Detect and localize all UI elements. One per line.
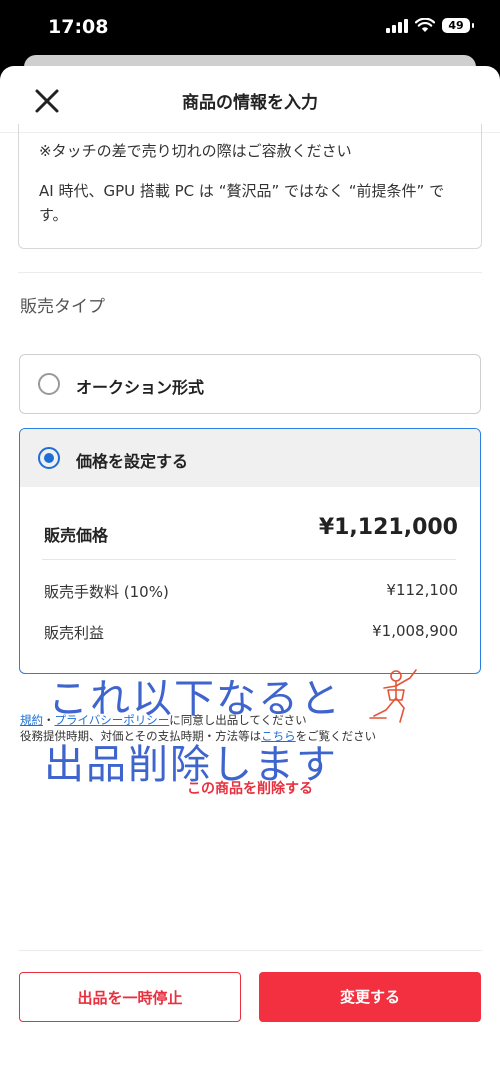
sale-type-title: 販売タイプ (20, 297, 105, 317)
overlay-annotation-line-2: 出品削除します (44, 742, 338, 788)
save-changes-button[interactable]: 変更する (259, 972, 481, 1022)
profit-label: 販売利益 (44, 624, 105, 642)
description-line: ※タッチの差で売り切れの際はご容赦ください (39, 142, 352, 160)
radio-auction[interactable] (38, 373, 60, 395)
sticker-figure-icon (369, 669, 417, 723)
option-auction[interactable]: オークション形式 (19, 354, 481, 414)
radio-fixed-price[interactable] (38, 447, 60, 469)
status-bar: 17:08 49 (0, 0, 500, 58)
option-fixed-price-label: 価格を設定する (76, 452, 189, 471)
edit-sheet: 商品の情報を入力 ※タッチの差で売り切れの際はご容赦ください AI 時代、GPU… (0, 66, 500, 1080)
battery-indicator: 49 (442, 18, 474, 33)
footer-divider (18, 950, 482, 951)
description-textarea[interactable]: ※タッチの差で売り切れの際はご容赦ください AI 時代、GPU 搭載 PC は … (18, 124, 482, 249)
page-title: 商品の情報を入力 (182, 93, 318, 113)
price-divider (42, 559, 456, 560)
option-fixed-price[interactable]: 価格を設定する 販売価格 ¥1,121,000 販売手数料 (10%) ¥112… (19, 428, 481, 674)
fee-label: 販売手数料 (10%) (44, 583, 169, 601)
signal-icon (386, 18, 408, 33)
status-time: 17:08 (48, 16, 109, 38)
sheet-header: 商品の情報を入力 (0, 66, 500, 133)
price-label: 販売価格 (44, 526, 109, 545)
price-value-input[interactable]: ¥1,121,000 (319, 515, 458, 540)
pause-listing-button[interactable]: 出品を一時停止 (19, 972, 241, 1022)
description-line: AI 時代、GPU 搭載 PC は “贅沢品” ではなく “前提条件” で (39, 182, 445, 200)
profit-value: ¥1,008,900 (372, 622, 458, 640)
description-line: す。 (39, 206, 68, 224)
status-icons: 49 (386, 18, 474, 33)
wifi-icon (415, 18, 435, 32)
fee-value: ¥112,100 (386, 581, 458, 599)
divider (18, 272, 482, 273)
option-auction-label: オークション形式 (76, 378, 205, 397)
terms-link[interactable]: 規約 (20, 713, 43, 727)
overlay-annotation-line-1: これ以下なると (48, 676, 342, 722)
